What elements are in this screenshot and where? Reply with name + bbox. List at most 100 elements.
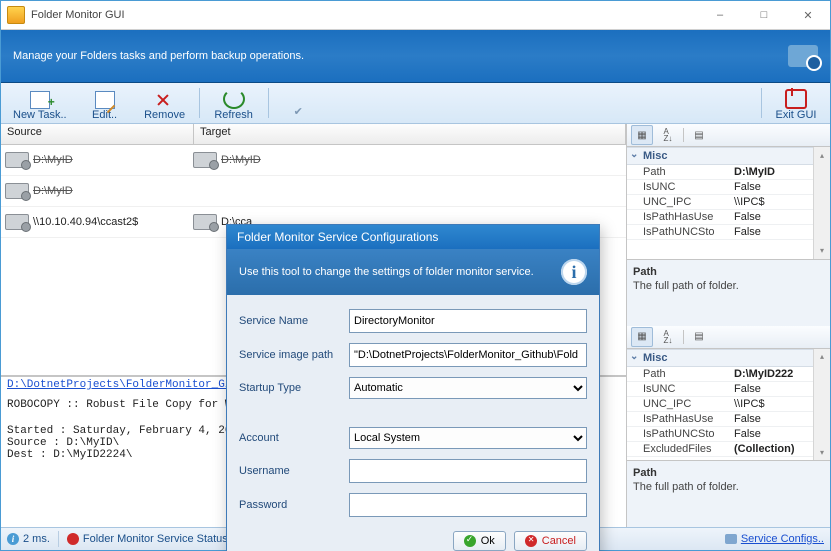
remove-button[interactable]: Remove [135,91,195,123]
startup-type-label: Startup Type [239,382,349,394]
dialog-body: Service Name Service image path Startup … [227,295,599,551]
service-configs-link[interactable]: Service Configs.. [741,533,824,545]
prop-row[interactable]: UNC_IPC\\IPC$ [627,397,830,412]
table-row[interactable]: D:\MyID D:\MyID [1,145,626,176]
property-grid-top[interactable]: MiscPathD:\MyIDIsUNCFalseUNC_IPC\\IPC$Is… [627,147,830,259]
categorize-button[interactable]: ▦ [631,327,653,347]
disk-icon [193,152,217,168]
column-target[interactable]: Target [194,124,626,144]
database-icon [725,534,737,544]
prop-row[interactable]: IsUNCFalse [627,382,830,397]
service-image-path-input[interactable] [349,343,587,367]
header-banner: Manage your Folders tasks and perform ba… [1,30,830,83]
exit-button[interactable]: Exit GUI [766,87,826,123]
dialog-banner: Use this tool to change the settings of … [227,249,599,295]
prop-desc-text: The full path of folder. [633,481,824,493]
prop-row[interactable]: IsPathHasUseFalse [627,210,830,225]
prop-desc-title: Path [633,266,824,278]
property-description: Path The full path of folder. [627,259,830,326]
close-button[interactable]: ✕ [786,1,830,29]
propgrid-toolbar: ▦ AZ↓ ▤ [627,124,830,147]
banner-text: Manage your Folders tasks and perform ba… [13,50,304,62]
titlebar: Folder Monitor GUI – □ ✕ [1,1,830,30]
sort-az-button[interactable]: AZ↓ [657,327,679,347]
scrollbar[interactable]: ▴▾ [813,349,830,461]
cancel-button[interactable]: Cancel [514,531,587,551]
prop-row[interactable]: PathD:\MyID222 [627,367,830,382]
edit-button[interactable]: Edit.. [75,89,135,123]
toolbar: New Task.. Edit.. Remove Refresh ✔ Exit … [1,83,830,124]
username-input[interactable] [349,459,587,483]
prop-row[interactable]: IsUNCFalse [627,180,830,195]
prop-row[interactable]: IsPathHasUseFalse [627,412,830,427]
ok-icon [464,535,476,547]
service-config-dialog: Folder Monitor Service Configurations Us… [226,224,600,551]
info-icon: i [7,533,19,545]
disk-icon [5,183,29,199]
app-icon [7,6,25,24]
database-icon [788,45,818,67]
prop-key: IsPathUNCSto [627,427,730,441]
check-icon: ✔ [294,105,312,121]
disk-icon [193,214,217,230]
account-label: Account [239,432,349,444]
prop-key: UNC_IPC [627,397,730,411]
maximize-button[interactable]: □ [742,1,786,29]
propgrid-pages-button[interactable]: ▤ [688,125,710,145]
dialog-title: Folder Monitor Service Configurations [227,225,599,249]
service-image-path-label: Service image path [239,349,349,361]
sort-az-button[interactable]: AZ↓ [657,125,679,145]
column-source[interactable]: Source [1,124,194,144]
service-name-label: Service Name [239,315,349,327]
prop-desc-title: Path [633,467,824,479]
categorize-button[interactable]: ▦ [631,125,653,145]
prop-category[interactable]: Misc [627,147,830,165]
property-grid-bottom[interactable]: MiscPathD:\MyID222IsUNCFalseUNC_IPC\\IPC… [627,349,830,461]
toolbar-separator [761,88,762,118]
toolbar-separator [268,88,269,118]
startup-type-select[interactable]: Automatic [349,377,587,399]
window-title: Folder Monitor GUI [31,9,698,21]
new-task-button[interactable]: New Task.. [5,89,75,123]
ok-button[interactable]: Ok [453,531,506,551]
prop-row[interactable]: ExcludedFiles(Collection) [627,442,830,457]
prop-category[interactable]: Misc [627,349,830,367]
service-name-input[interactable] [349,309,587,333]
edit-icon [95,91,115,109]
username-label: Username [239,465,349,477]
target-cell: D:\MyID [221,154,261,166]
prop-key: Path [627,165,730,179]
refresh-button[interactable]: Refresh [204,87,264,123]
remove-icon [156,93,174,109]
right-pane: ▦ AZ↓ ▤ MiscPathD:\MyIDIsUNCFalseUNC_IPC… [626,124,830,527]
prop-desc-text: The full path of folder. [633,280,824,292]
prop-key: IsPathHasUse [627,210,730,224]
prop-row[interactable]: IsPathUNCStoFalse [627,225,830,240]
source-cell: D:\MyID [33,154,73,166]
source-cell: D:\MyID [33,185,73,197]
prop-row[interactable]: UNC_IPC\\IPC$ [627,195,830,210]
info-icon: i [561,259,587,285]
hidden-tool: ✔ [273,103,333,123]
property-description: Path The full path of folder. [627,460,830,527]
table-row[interactable]: D:\MyID [1,176,626,207]
account-select[interactable]: Local System [349,427,587,449]
prop-row[interactable]: PathD:\MyID [627,165,830,180]
refresh-icon [223,89,245,109]
prop-key: IsPathHasUse [627,412,730,426]
main-window: Folder Monitor GUI – □ ✕ Manage your Fol… [0,0,831,551]
password-input[interactable] [349,493,587,517]
status-timing: 2 ms. [23,533,50,545]
content-area: Source Target D:\MyID D:\MyID D:\MyID \\10.… [1,124,830,527]
prop-key: IsPathUNCSto [627,225,730,239]
password-label: Password [239,499,349,511]
prop-key: IsUNC [627,180,730,194]
cancel-icon [525,535,537,547]
new-icon [30,91,50,109]
minimize-button[interactable]: – [698,1,742,29]
prop-row[interactable]: IsPathUNCStoFalse [627,427,830,442]
propgrid-pages-button[interactable]: ▤ [688,327,710,347]
prop-key: IsUNC [627,382,730,396]
source-cell: \\10.10.40.94\ccast2$ [33,216,138,228]
scrollbar[interactable]: ▴▾ [813,147,830,259]
